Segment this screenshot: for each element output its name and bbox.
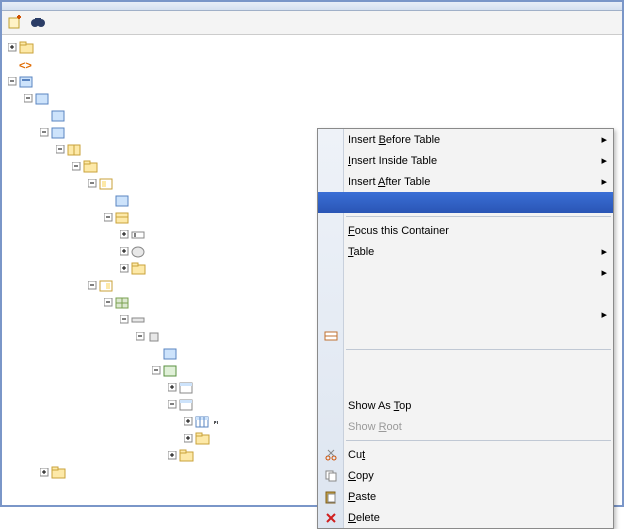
folder-icon bbox=[179, 448, 195, 464]
splitter-icon bbox=[67, 142, 83, 158]
menu-show-as-top[interactable]: Show As Top bbox=[318, 395, 613, 416]
context-menu: Insert Before Table ▸ Insert Inside Tabl… bbox=[317, 128, 614, 529]
tree-row-afmessages[interactable] bbox=[38, 107, 622, 124]
menu-insert-after[interactable]: Insert After Table ▸ bbox=[318, 171, 613, 192]
facet-icon bbox=[99, 176, 115, 192]
tag-icon bbox=[19, 74, 35, 90]
expand-icon[interactable] bbox=[38, 467, 50, 479]
folder-icon bbox=[195, 431, 211, 447]
cut-icon bbox=[322, 448, 340, 462]
toolbar bbox=[2, 11, 622, 35]
expand-icon[interactable] bbox=[166, 382, 178, 394]
collapse-icon[interactable] bbox=[102, 297, 114, 309]
folder-icon bbox=[51, 465, 67, 481]
expand-icon[interactable] bbox=[6, 42, 18, 54]
menu-delete[interactable]: Delete bbox=[318, 507, 613, 528]
menu-separator bbox=[346, 216, 611, 217]
collapse-icon[interactable] bbox=[70, 161, 82, 173]
menu-collapse-all[interactable] bbox=[318, 374, 613, 395]
tree-row-issues[interactable] bbox=[6, 39, 622, 56]
menu-paste[interactable]: Paste bbox=[318, 486, 613, 507]
tag-icon bbox=[51, 108, 67, 124]
menu-surround-with[interactable] bbox=[318, 192, 613, 213]
tag-icon bbox=[51, 125, 67, 141]
collapse-icon[interactable] bbox=[86, 280, 98, 292]
html-icon: <> bbox=[19, 57, 35, 73]
menu-copy[interactable]: Copy bbox=[318, 465, 613, 486]
binoculars-icon[interactable] bbox=[30, 14, 46, 33]
copy-icon bbox=[322, 469, 340, 483]
menu-expand-all[interactable] bbox=[318, 353, 613, 374]
new-node-icon[interactable] bbox=[7, 14, 23, 33]
collapse-icon[interactable] bbox=[54, 144, 66, 156]
menu-separator bbox=[346, 349, 611, 350]
tag-icon bbox=[115, 193, 131, 209]
tree-row-html[interactable]: <> bbox=[6, 56, 622, 73]
submenu-arrow-icon: ▸ bbox=[601, 175, 607, 188]
panelheader-icon bbox=[179, 380, 195, 396]
collapse-icon[interactable] bbox=[86, 178, 98, 190]
menu-table[interactable]: Table ▸ bbox=[318, 241, 613, 262]
facet-icon bbox=[99, 278, 115, 294]
window-titlebar bbox=[2, 2, 622, 11]
tree-row-fview[interactable] bbox=[6, 73, 622, 90]
folder-icon bbox=[131, 261, 147, 277]
submenu-arrow-icon: ▸ bbox=[601, 133, 607, 146]
expand-icon[interactable] bbox=[118, 263, 130, 275]
tree-row-afdocument[interactable] bbox=[22, 90, 622, 107]
menu-rebind[interactable] bbox=[318, 325, 613, 346]
gridcell-icon bbox=[147, 329, 163, 345]
menu-separator bbox=[346, 440, 611, 441]
tag-icon bbox=[163, 346, 179, 362]
submenu-arrow-icon: ▸ bbox=[601, 308, 607, 321]
gridrow-icon bbox=[131, 312, 147, 328]
submenu-arrow-icon: ▸ bbox=[601, 245, 607, 258]
grid-icon bbox=[115, 295, 131, 311]
expand-icon[interactable] bbox=[118, 229, 130, 241]
form-icon bbox=[115, 210, 131, 226]
submenu-arrow-icon: ▸ bbox=[601, 266, 607, 279]
button-icon bbox=[131, 244, 147, 260]
expand-icon[interactable] bbox=[182, 416, 194, 428]
tag-icon bbox=[35, 91, 51, 107]
menu-facets-table[interactable]: ▸ bbox=[318, 262, 613, 283]
expand-icon[interactable] bbox=[182, 433, 194, 445]
table-icon bbox=[195, 414, 211, 430]
group-icon bbox=[163, 363, 179, 379]
expand-icon[interactable] bbox=[166, 450, 178, 462]
tree-label bbox=[214, 421, 218, 423]
submenu-arrow-icon: ▸ bbox=[601, 154, 607, 167]
panelheader-icon bbox=[179, 397, 195, 413]
expand-icon[interactable] bbox=[118, 246, 130, 258]
collapse-icon[interactable] bbox=[22, 93, 34, 105]
svg-text:<>: <> bbox=[19, 60, 32, 72]
collapse-icon[interactable] bbox=[6, 76, 18, 88]
collapse-icon[interactable] bbox=[150, 365, 162, 377]
delete-icon bbox=[322, 511, 340, 525]
input-icon bbox=[131, 227, 147, 243]
collapse-icon[interactable] bbox=[166, 399, 178, 411]
collapse-icon[interactable] bbox=[134, 331, 146, 343]
menu-cut[interactable]: Cut bbox=[318, 444, 613, 465]
menu-show-root: Show Root bbox=[318, 416, 613, 437]
collapse-icon[interactable] bbox=[38, 127, 50, 139]
menu-insert-inside[interactable]: Insert Inside Table ▸ bbox=[318, 150, 613, 171]
folder-icon bbox=[83, 159, 99, 175]
collapse-icon[interactable] bbox=[118, 314, 130, 326]
paste-icon bbox=[322, 490, 340, 504]
rebind-icon bbox=[322, 329, 340, 343]
menu-refactor[interactable]: ▸ bbox=[318, 304, 613, 325]
menu-focus-container[interactable]: Focus this Container bbox=[318, 220, 613, 241]
menu-hide-component[interactable] bbox=[318, 283, 613, 304]
menu-insert-before[interactable]: Insert Before Table ▸ bbox=[318, 129, 613, 150]
collapse-icon[interactable] bbox=[102, 212, 114, 224]
folder-icon bbox=[19, 40, 35, 56]
